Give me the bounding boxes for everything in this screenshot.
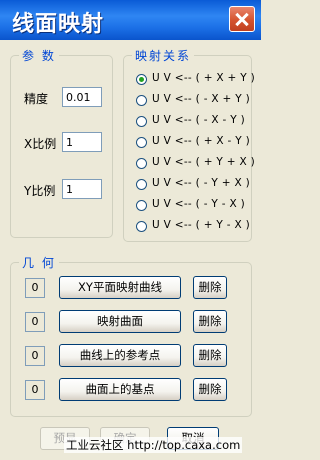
mapping-group: 映射关系 U V <-- ( + X + Y ) U V <-- ( - X +… <box>123 47 256 242</box>
precision-input[interactable] <box>62 87 102 107</box>
delete-button[interactable]: 删除 <box>193 310 227 333</box>
x-ratio-label: X比例 <box>24 137 57 151</box>
y-ratio-label: Y比例 <box>24 184 56 198</box>
delete-button[interactable]: 删除 <box>193 276 227 299</box>
params-legend: 参 数 <box>19 47 59 64</box>
radio-button[interactable] <box>136 74 147 85</box>
geometry-count: 0 <box>25 380 45 400</box>
geometry-legend: 几 何 <box>19 254 59 271</box>
mapping-legend: 映射关系 <box>132 47 195 64</box>
params-group: 参 数 精度 X比例 Y比例 <box>10 47 113 238</box>
radio-button[interactable] <box>136 137 147 148</box>
radio-button[interactable] <box>136 95 147 106</box>
close-icon[interactable] <box>229 6 255 32</box>
surface-base-point-button[interactable]: 曲面上的基点 <box>59 378 181 401</box>
radio-button[interactable] <box>136 179 147 190</box>
xy-plane-curve-button[interactable]: XY平面映射曲线 <box>59 276 181 299</box>
precision-label: 精度 <box>24 92 49 106</box>
mapping-option-label: U V <-- ( - Y - X ) <box>152 198 246 210</box>
mapping-option-label: U V <-- ( + X + Y ) <box>152 72 256 84</box>
mapping-option-label: U V <-- ( - X + Y ) <box>152 93 251 105</box>
y-ratio-input[interactable] <box>62 179 102 199</box>
mapping-option-label: U V <-- ( + Y - X ) <box>152 219 251 231</box>
dialog-title: 线面映射 <box>12 12 105 37</box>
x-ratio-input[interactable] <box>62 132 102 152</box>
mapping-option-label: U V <-- ( - Y + X ) <box>152 177 251 189</box>
delete-button[interactable]: 删除 <box>193 344 227 367</box>
line-surface-mapping-dialog: 线面映射 参 数 精度 X比例 Y比例 映射关系 U V <-- ( + X +… <box>0 0 261 460</box>
curve-reference-point-button[interactable]: 曲线上的参考点 <box>59 344 181 367</box>
radio-button[interactable] <box>136 116 147 127</box>
radio-button[interactable] <box>136 158 147 169</box>
mapping-option-label: U V <-- ( + X - Y ) <box>152 135 251 147</box>
mapping-surface-button[interactable]: 映射曲面 <box>59 310 181 333</box>
delete-button[interactable]: 删除 <box>193 378 227 401</box>
watermark-text: 工业云社区 http://top.caxa.com <box>64 437 243 453</box>
radio-button[interactable] <box>136 221 147 232</box>
radio-button[interactable] <box>136 200 147 211</box>
geometry-count: 0 <box>25 278 45 298</box>
mapping-option-label: U V <-- ( + Y + X ) <box>152 156 256 168</box>
geometry-group: 几 何 0 XY平面映射曲线 删除 0 映射曲面 删除 0 曲线上的参考点 删除… <box>10 254 252 417</box>
title-bar[interactable]: 线面映射 <box>0 0 261 40</box>
geometry-count: 0 <box>25 312 45 332</box>
geometry-count: 0 <box>25 346 45 366</box>
mapping-option-label: U V <-- ( - X - Y ) <box>152 114 246 126</box>
